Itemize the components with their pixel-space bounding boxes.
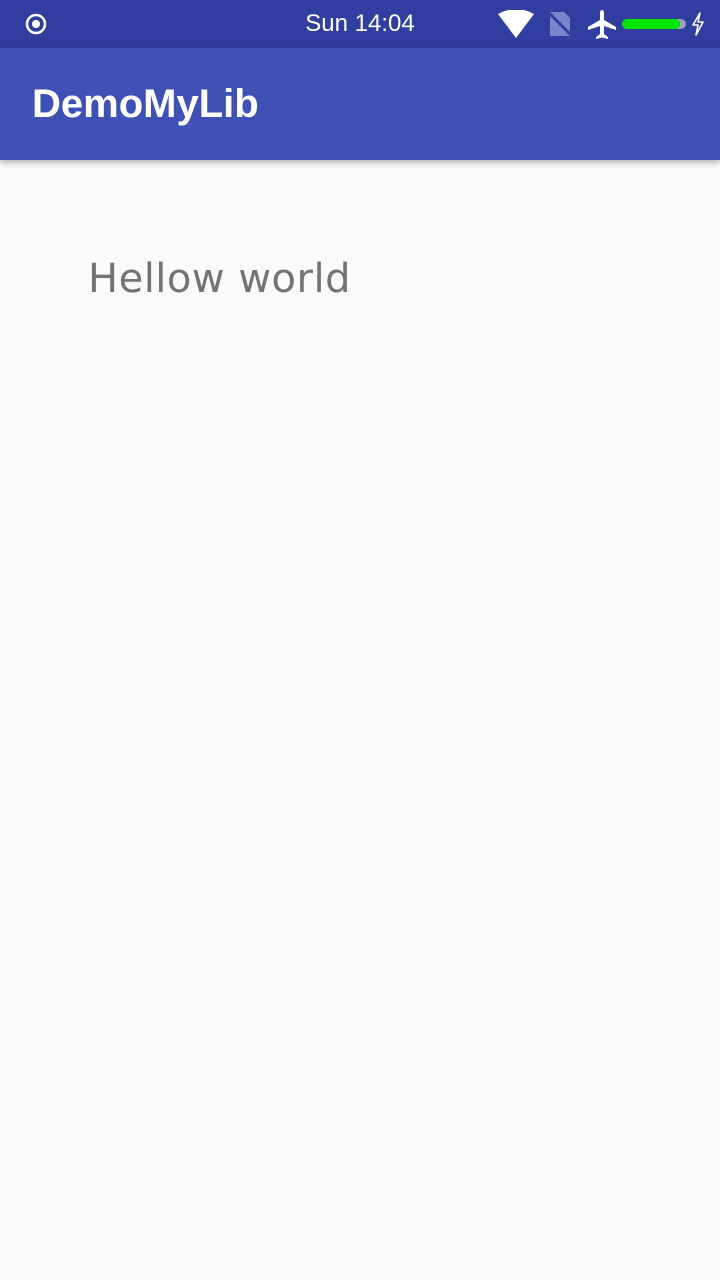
- wifi-icon: [498, 10, 534, 38]
- app-title: DemoMyLib: [32, 82, 259, 126]
- no-sim-icon: [546, 10, 574, 38]
- app-bar: DemoMyLib: [0, 48, 720, 160]
- status-bar: Sun 14:04: [0, 0, 720, 48]
- airplane-icon: [588, 10, 616, 39]
- battery-level-fill: [622, 19, 680, 29]
- main-content: Hellow world: [0, 160, 720, 1280]
- app-screen: Sun 14:04 DemoMyLib Hellow world: [0, 0, 720, 1280]
- battery-icon: [622, 19, 686, 29]
- charging-icon: [692, 12, 704, 36]
- hello-text: Hellow world: [88, 256, 351, 302]
